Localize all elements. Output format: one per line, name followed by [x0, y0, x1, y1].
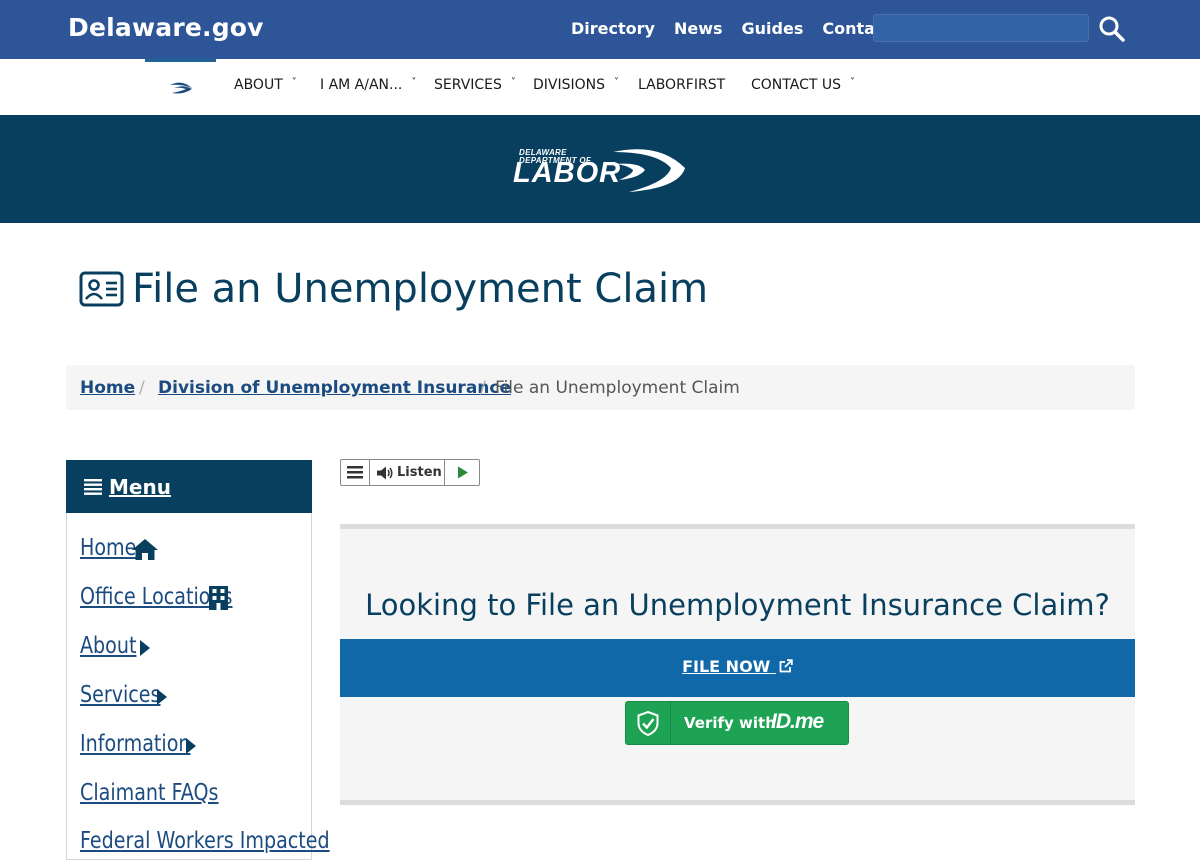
sidebar-item-services[interactable]: Services [80, 682, 161, 708]
chevron-down-icon: ˅ [510, 77, 516, 88]
sidebar-item-federal-workers[interactable]: Federal Workers Impacted [80, 828, 330, 854]
dol-home-link[interactable] [145, 59, 216, 115]
idme-shield-area [626, 702, 671, 744]
chevron-down-icon: ˅ [849, 77, 855, 88]
dol-logo[interactable]: DELAWARE DEPARTMENT OF LABOR [513, 146, 689, 196]
menu-list-icon [84, 479, 102, 495]
search-input[interactable] [873, 14, 1089, 42]
sidebar-item-home[interactable]: Home [80, 535, 136, 561]
id-card-icon [79, 271, 124, 307]
page-title: File an Unemployment Claim [132, 266, 709, 312]
caret-right-icon [157, 689, 167, 705]
listen-widget: Listen [340, 459, 480, 486]
home-icon [132, 539, 158, 560]
play-icon [458, 466, 468, 479]
callout-bottom-border [340, 800, 1135, 805]
sidebar-item-about[interactable]: About [80, 633, 136, 659]
chevron-down-icon: ˅ [614, 77, 620, 88]
menu-lines-icon [347, 466, 363, 479]
sidebar-item-information[interactable]: Information [80, 731, 191, 757]
breadcrumb-current: File an Unemployment Claim [495, 378, 740, 398]
caret-right-icon [186, 738, 196, 754]
breadcrumb-home[interactable]: Home [80, 378, 135, 398]
breadcrumb-separator: / [139, 378, 145, 398]
verify-with-idme-button[interactable]: Verify with ID.me [625, 701, 849, 745]
sidebar-menu-toggle[interactable]: Menu [66, 460, 312, 513]
top-link-guides[interactable]: Guides [742, 19, 804, 38]
idme-verify-text: Verify with [684, 714, 776, 732]
chevron-down-icon: ˅ [411, 77, 417, 88]
nav-about[interactable]: ABOUT ˅ [234, 77, 297, 93]
listen-play-button[interactable] [444, 460, 480, 485]
nav-divisions-label: DIVISIONS [533, 77, 606, 93]
menu-label: Menu [109, 475, 171, 499]
callout-title: Looking to File an Unemployment Insuranc… [365, 588, 1110, 622]
nav-laborfirst[interactable]: LABORFIRST [638, 77, 725, 93]
file-now-button[interactable]: FILE NOW [340, 657, 1135, 676]
shield-check-icon [637, 711, 659, 736]
top-link-news[interactable]: News [674, 19, 723, 38]
search-button[interactable] [1098, 15, 1126, 43]
nav-i-am-label: I AM A/AN... [320, 77, 403, 93]
logo-word: LABOR [513, 157, 622, 189]
sidebar-item-claimant-faqs[interactable]: Claimant FAQs [80, 780, 219, 806]
nav-i-am[interactable]: I AM A/AN... ˅ [320, 77, 416, 93]
nav-services[interactable]: SERVICES ˅ [434, 77, 516, 93]
listen-label[interactable]: Listen [397, 465, 442, 480]
top-links: Directory News Guides Contact [571, 19, 892, 38]
breadcrumb-separator: / [480, 378, 486, 398]
brand-link[interactable]: Delaware.gov [68, 13, 264, 42]
top-link-directory[interactable]: Directory [571, 19, 655, 38]
nav-contact-us[interactable]: CONTACT US ˅ [751, 77, 855, 93]
external-link-icon [779, 659, 793, 673]
file-now-label: FILE NOW [682, 657, 771, 676]
logo-swoosh-icon [613, 149, 685, 192]
breadcrumb-division[interactable]: Division of Unemployment Insurance [158, 378, 511, 398]
nav-laborfirst-label: LABORFIRST [638, 77, 726, 93]
nav-contact-us-label: CONTACT US [751, 77, 841, 93]
idme-logo: ID.me [771, 710, 824, 733]
nav-about-label: ABOUT [234, 77, 283, 93]
chevron-down-icon: ˅ [291, 77, 297, 88]
caret-right-icon [140, 640, 150, 656]
dol-swoosh-icon [170, 82, 192, 94]
search-icon [1099, 16, 1125, 42]
building-icon [209, 586, 228, 610]
nav-divisions[interactable]: DIVISIONS ˅ [533, 77, 619, 93]
speaker-icon [377, 466, 393, 480]
nav-services-label: SERVICES [434, 77, 502, 93]
listen-menu-button[interactable] [341, 460, 370, 485]
